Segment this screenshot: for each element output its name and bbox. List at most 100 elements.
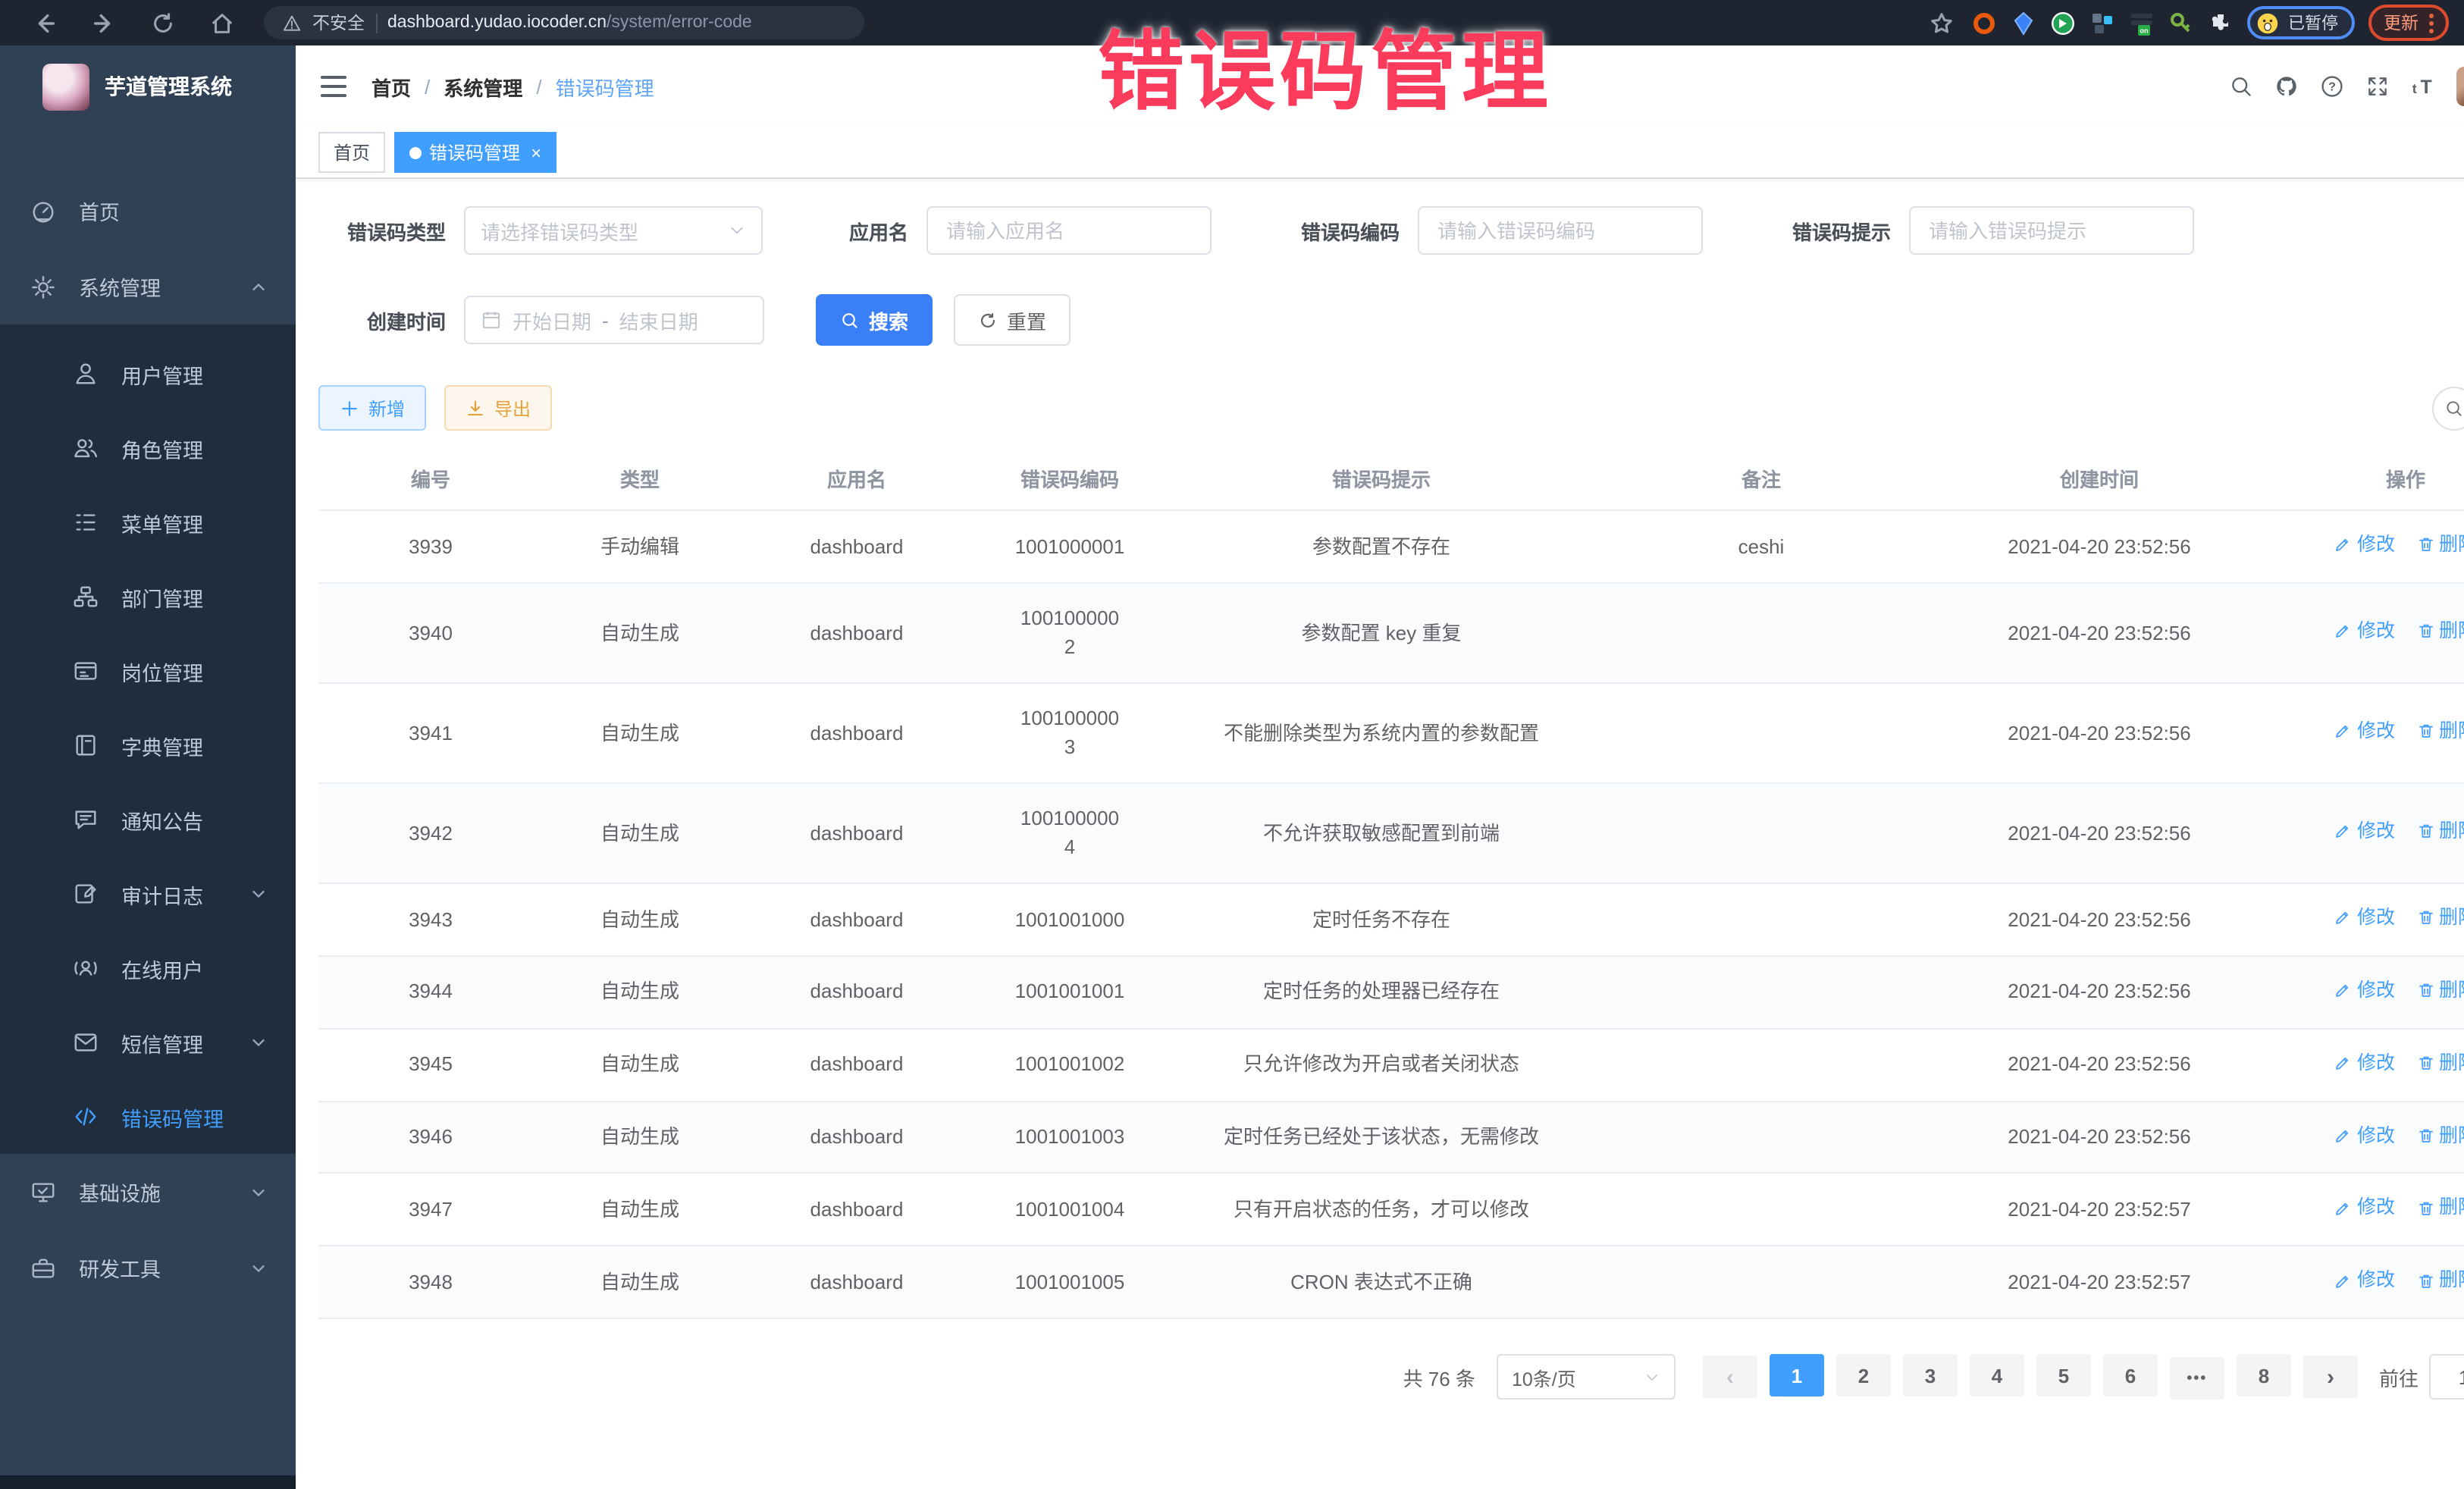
extension-blue-gem-icon[interactable]	[2011, 10, 2036, 36]
help-icon[interactable]: ?	[2320, 74, 2344, 99]
breadcrumb-home[interactable]: 首页	[371, 72, 411, 101]
pagination-more[interactable]: •••	[2170, 1357, 2224, 1400]
tag-home[interactable]: 首页	[318, 132, 385, 173]
start-date-placeholder: 开始日期	[513, 306, 591, 334]
date-range-picker[interactable]: 开始日期 - 结束日期	[464, 296, 764, 344]
hamburger-icon[interactable]	[320, 74, 347, 99]
address-bar[interactable]: 不安全 dashboard.yudao.iocoder.cn/system/er…	[264, 6, 864, 39]
add-button[interactable]: 新增	[318, 385, 426, 431]
error-type-select[interactable]: 请选择错误码类型	[464, 206, 763, 255]
sidebar-item-users[interactable]: 角色管理	[0, 411, 296, 485]
app-name-input[interactable]	[926, 206, 1212, 255]
user-avatar[interactable]	[2456, 67, 2464, 106]
column-header: 类型	[543, 447, 737, 510]
edit-icon	[2334, 723, 2353, 741]
sidebar-item-menu-list[interactable]: 菜单管理	[0, 485, 296, 560]
extension-blue-cubes-icon[interactable]	[2089, 10, 2115, 36]
browser-update-button[interactable]: 更新	[2368, 5, 2449, 41]
edit-link[interactable]: 修改	[2334, 904, 2395, 933]
goto-page-input[interactable]	[2429, 1354, 2464, 1400]
font-size-icon[interactable]: tT	[2411, 74, 2435, 99]
delete-link[interactable]: 删除	[2416, 617, 2464, 646]
sidebar-item-sms[interactable]: 短信管理	[0, 1005, 296, 1080]
row-actions-cell: 修改删除	[2276, 883, 2464, 956]
extensions-puzzle-icon[interactable]	[2208, 10, 2234, 36]
delete-link[interactable]: 删除	[2416, 817, 2464, 846]
sidebar-item-tools[interactable]: 研发工具	[0, 1230, 296, 1306]
delete-link[interactable]: 删除	[2416, 717, 2464, 746]
extension-orange-ring-icon[interactable]	[1971, 10, 1997, 36]
delete-link[interactable]: 删除	[2416, 904, 2464, 933]
edit-link[interactable]: 修改	[2334, 1194, 2395, 1223]
reset-button[interactable]: 重置	[954, 294, 1071, 346]
edit-link[interactable]: 修改	[2334, 717, 2395, 746]
github-icon[interactable]	[2274, 74, 2299, 99]
forward-icon[interactable]	[91, 10, 117, 36]
search-button[interactable]: 搜索	[816, 294, 933, 346]
row-id-cell: 3941	[318, 683, 543, 783]
edit-link[interactable]: 修改	[2334, 531, 2395, 560]
edit-link[interactable]: 修改	[2334, 1049, 2395, 1077]
user-icon	[73, 361, 99, 387]
svg-text:t: t	[2412, 81, 2417, 96]
row-code-cell: 1001000001	[977, 510, 1163, 583]
sidebar-item-notice-bubble[interactable]: 通知公告	[0, 782, 296, 857]
sidebar-item-audit-log[interactable]: 审计日志	[0, 857, 296, 931]
sidebar-item-online-user[interactable]: 在线用户	[0, 931, 296, 1005]
row-remark-cell	[1600, 1246, 1923, 1319]
sidebar-item-user[interactable]: 用户管理	[0, 337, 296, 411]
close-tag-icon[interactable]: ×	[531, 143, 541, 161]
next-page-button[interactable]: ›	[2303, 1356, 2358, 1398]
edit-link[interactable]: 修改	[2334, 1121, 2395, 1150]
sidebar-item-code[interactable]: 错误码管理	[0, 1080, 296, 1154]
edit-icon	[2334, 1271, 2353, 1290]
page-button-1[interactable]: 1	[1770, 1354, 1824, 1397]
profile-paused-badge[interactable]: 已暂停	[2247, 6, 2355, 39]
extension-green-circle-icon[interactable]	[2050, 10, 2076, 36]
page-size-select[interactable]: 10条/页	[1497, 1354, 1676, 1400]
sidebar-item-gear[interactable]: 系统管理	[0, 249, 296, 324]
page-button-8[interactable]: 8	[2237, 1354, 2291, 1397]
row-id-cell: 3946	[318, 1101, 543, 1174]
delete-link[interactable]: 删除	[2416, 1194, 2464, 1223]
tag-error-code[interactable]: 错误码管理 ×	[394, 132, 556, 173]
delete-link[interactable]: 删除	[2416, 1267, 2464, 1296]
delete-link[interactable]: 删除	[2416, 1049, 2464, 1077]
edit-link[interactable]: 修改	[2334, 1267, 2395, 1296]
error-code-input[interactable]	[1418, 206, 1703, 255]
extension-green-key-icon[interactable]	[2168, 10, 2194, 36]
sidebar-item-dashboard[interactable]: 首页	[0, 173, 296, 249]
delete-link[interactable]: 删除	[2416, 1121, 2464, 1150]
prev-page-button[interactable]: ‹	[1703, 1356, 1757, 1398]
search-icon[interactable]	[2229, 74, 2253, 99]
reload-icon[interactable]	[150, 10, 176, 36]
breadcrumb-system[interactable]: 系统管理	[444, 72, 522, 101]
app-logo[interactable]: 芋道管理系统	[0, 45, 296, 127]
sidebar-item-book[interactable]: 字典管理	[0, 708, 296, 782]
home-icon[interactable]	[209, 10, 235, 36]
page-button-3[interactable]: 3	[1903, 1354, 1958, 1397]
sidebar-item-org-tree[interactable]: 部门管理	[0, 560, 296, 634]
error-msg-input[interactable]	[1909, 206, 2194, 255]
page-button-5[interactable]: 5	[2036, 1354, 2091, 1397]
export-button[interactable]: 导出	[444, 385, 552, 431]
extension-list-on-icon[interactable]: on	[2129, 10, 2155, 36]
row-type-cell: 自动生成	[543, 1246, 737, 1319]
kebab-menu-icon	[2429, 13, 2434, 33]
fullscreen-icon[interactable]	[2365, 74, 2390, 99]
audit-log-icon	[73, 881, 99, 907]
toggle-search-button[interactable]	[2432, 386, 2464, 430]
back-icon[interactable]	[32, 10, 58, 36]
page-button-2[interactable]: 2	[1836, 1354, 1891, 1397]
edit-link[interactable]: 修改	[2334, 976, 2395, 1005]
emoji-avatar-icon	[2256, 11, 2279, 34]
page-button-6[interactable]: 6	[2103, 1354, 2158, 1397]
delete-link[interactable]: 删除	[2416, 531, 2464, 560]
page-button-4[interactable]: 4	[1970, 1354, 2024, 1397]
edit-link[interactable]: 修改	[2334, 617, 2395, 646]
sidebar-item-infra[interactable]: 基础设施	[0, 1154, 296, 1230]
delete-link[interactable]: 删除	[2416, 976, 2464, 1005]
bookmark-star-icon[interactable]	[1929, 10, 1955, 36]
edit-link[interactable]: 修改	[2334, 817, 2395, 846]
sidebar-item-id-card[interactable]: 岗位管理	[0, 634, 296, 708]
